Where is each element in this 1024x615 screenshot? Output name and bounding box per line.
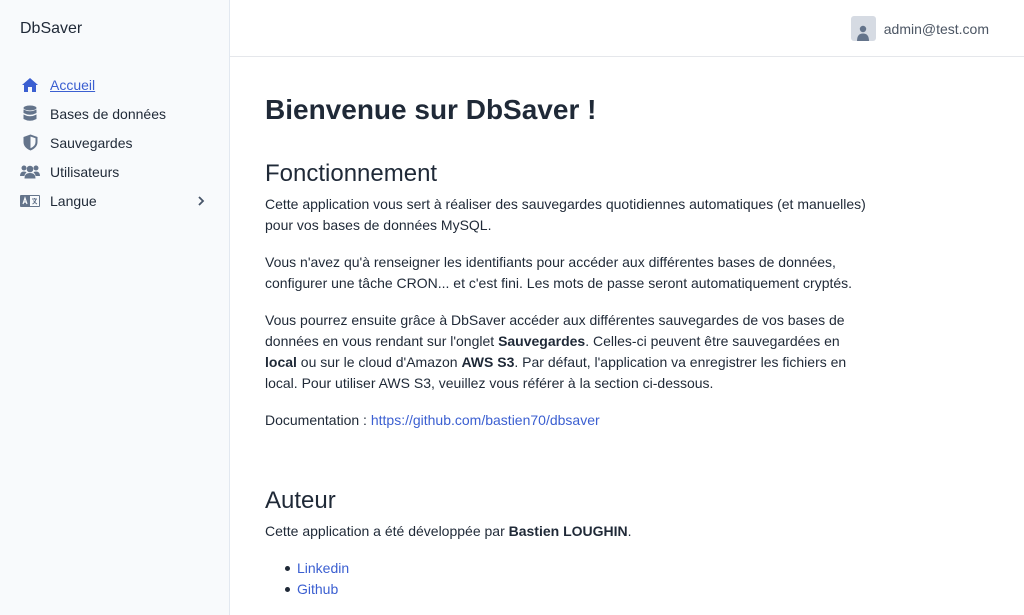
sidebar-item-users[interactable]: Utilisateurs (0, 157, 229, 186)
language-icon (20, 191, 40, 211)
sidebar-item-label: Utilisateurs (50, 163, 120, 180)
sidebar: DbSaver Accueil Bases de données Sauvega… (0, 0, 230, 615)
paragraph-intro: Cette application vous sert à réaliser d… (265, 196, 866, 233)
sidebar-item-label: Langue (50, 192, 97, 209)
documentation-link[interactable]: https://github.com/bastien70/dbsaver (371, 412, 600, 428)
sidebar-item-accueil[interactable]: Accueil (0, 70, 229, 99)
section-heading-fonctionnement: Fonctionnement (265, 160, 438, 187)
user-menu[interactable]: admin@test.com (850, 16, 989, 41)
author-links: Linkedin Github (285, 558, 875, 600)
paragraph-backups: Vous pourrez ensuite grâce à DbSaver acc… (265, 312, 847, 391)
sidebar-item-databases[interactable]: Bases de données (0, 99, 229, 128)
sidebar-item-language[interactable]: Langue (0, 186, 229, 215)
section-heading-auteur: Auteur (265, 487, 336, 514)
paragraph-config: Vous n'avez qu'à renseigner les identifi… (265, 254, 853, 291)
app-brand[interactable]: DbSaver (20, 20, 82, 38)
users-icon (20, 162, 40, 182)
avatar-icon (850, 16, 876, 41)
documentation-line: Documentation : https://github.com/basti… (265, 410, 875, 431)
user-email: admin@test.com (883, 20, 989, 37)
sidebar-item-label: Bases de données (50, 105, 166, 122)
home-icon (20, 75, 40, 95)
chevron-right-icon (195, 194, 207, 206)
linkedin-link[interactable]: Linkedin (297, 560, 349, 576)
top-bar: admin@test.com (230, 0, 1024, 57)
documentation-label: Documentation : (265, 412, 371, 428)
sidebar-nav: Accueil Bases de données Sauvegardes Uti… (0, 70, 229, 215)
sidebar-item-backups[interactable]: Sauvegardes (0, 128, 229, 157)
github-link[interactable]: Github (297, 581, 338, 597)
author-line: Cette application a été développée par B… (265, 523, 632, 539)
list-item: Github (285, 579, 875, 600)
sidebar-item-label: Sauvegardes (50, 134, 133, 151)
main-content: Bienvenue sur DbSaver ! Fonctionnement C… (265, 90, 875, 600)
shield-icon (20, 133, 40, 153)
page-title: Bienvenue sur DbSaver ! (265, 94, 597, 125)
list-item: Linkedin (285, 558, 875, 579)
author-name: Bastien LOUGHIN (508, 523, 628, 539)
sidebar-item-label: Accueil (50, 76, 96, 93)
database-icon (20, 104, 40, 124)
